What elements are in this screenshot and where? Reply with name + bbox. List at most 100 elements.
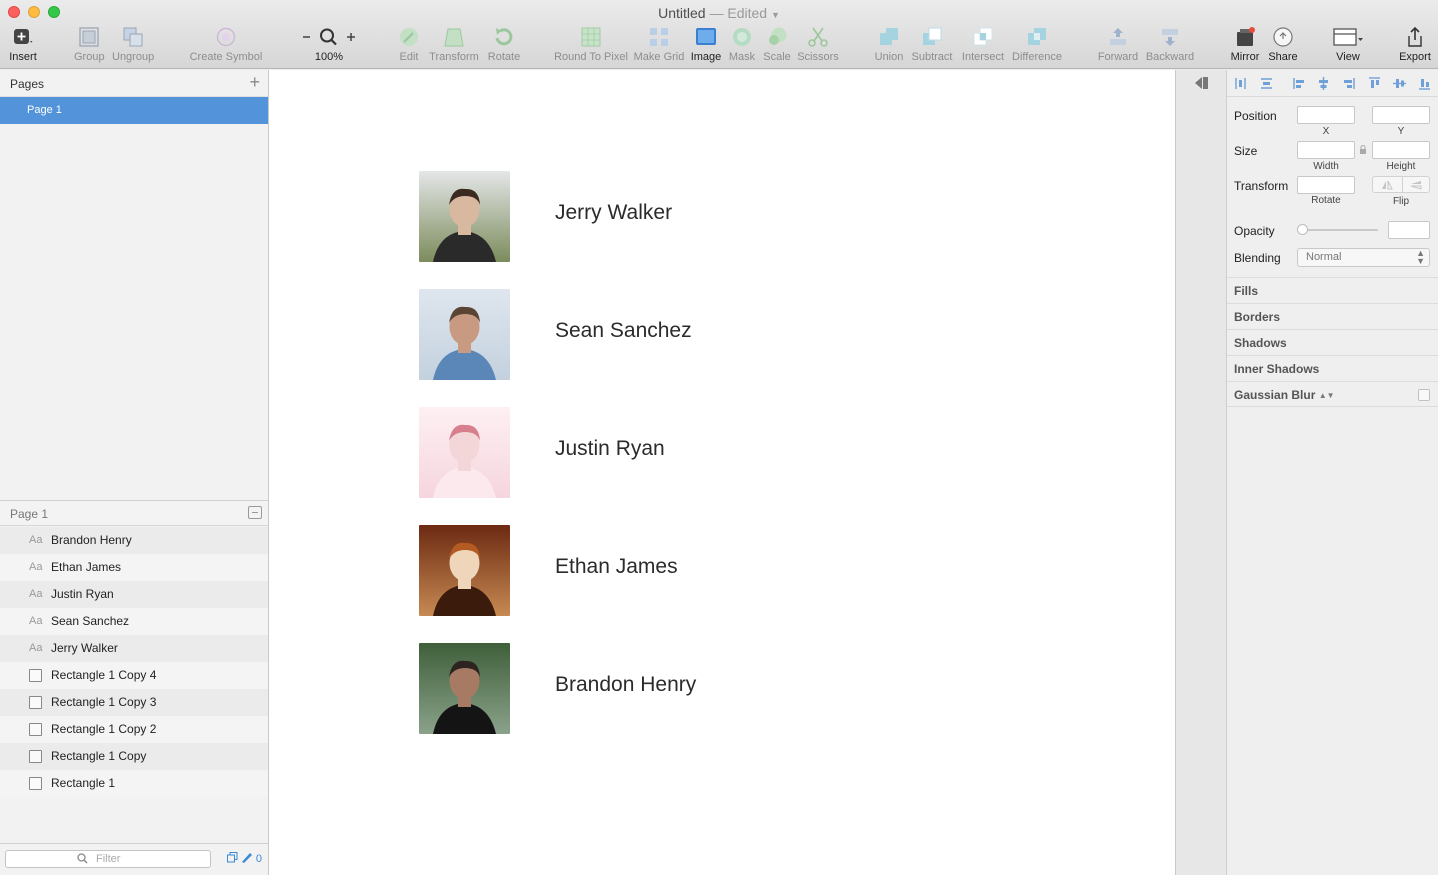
create-symbol-button[interactable]: Create Symbol	[188, 26, 264, 63]
text-layer-item[interactable]: Aa Ethan James	[0, 554, 268, 581]
filter-options[interactable]: 0	[226, 852, 262, 865]
profile-photo[interactable]	[419, 643, 510, 734]
align-left-icon[interactable]	[1293, 77, 1306, 90]
profile-photo[interactable]	[419, 525, 510, 616]
view-button[interactable]: View	[1330, 26, 1366, 63]
flip-control[interactable]	[1372, 176, 1430, 193]
gaussian-blur-title[interactable]: Gaussian Blur ▲▼	[1234, 388, 1335, 402]
window-title[interactable]: Untitled — Edited ▼	[0, 5, 1438, 21]
profile-photo[interactable]	[419, 407, 510, 498]
backward-button[interactable]: Backward	[1144, 26, 1196, 63]
subtract-icon	[923, 27, 942, 45]
opacity-slider-track[interactable]	[1298, 229, 1378, 231]
filter-input[interactable]: Filter	[5, 850, 211, 868]
align-bottom-icon[interactable]	[1418, 77, 1431, 90]
intersect-button[interactable]: Intersect	[960, 26, 1006, 63]
height-field[interactable]	[1372, 141, 1430, 159]
gaussian-blur-checkbox[interactable]	[1418, 389, 1430, 401]
position-y-field[interactable]	[1372, 106, 1430, 124]
person-name[interactable]: Justin Ryan	[555, 437, 665, 461]
opacity-slider-handle[interactable]	[1297, 224, 1308, 235]
shadows-section[interactable]: Shadows	[1227, 329, 1438, 355]
rotate-field[interactable]	[1297, 176, 1355, 194]
difference-button[interactable]: Difference	[1010, 26, 1064, 63]
edit-button[interactable]: Edit	[396, 26, 422, 63]
rectangle-layer-item[interactable]: Rectangle 1 Copy 2	[0, 716, 268, 743]
person-name[interactable]: Sean Sanchez	[555, 319, 692, 343]
width-field[interactable]	[1297, 141, 1355, 159]
align-top-icon[interactable]	[1368, 77, 1381, 90]
person-card[interactable]: Jerry Walker	[419, 171, 1019, 262]
mask-button[interactable]: Mask	[726, 26, 758, 63]
person-name[interactable]: Jerry Walker	[555, 201, 672, 225]
difference-icon	[1028, 28, 1046, 45]
forward-button[interactable]: Forward	[1096, 26, 1140, 63]
distribute-vertical-icon[interactable]	[1260, 77, 1273, 90]
flip-vertical-icon[interactable]	[1410, 180, 1422, 190]
zoom-control[interactable]: 100%	[300, 26, 358, 63]
export-button[interactable]: Export	[1398, 26, 1432, 63]
make-grid-button[interactable]: Make Grid	[632, 26, 686, 63]
person-card[interactable]: Justin Ryan	[419, 407, 1019, 498]
image-button[interactable]: Image	[690, 26, 722, 63]
person-name[interactable]: Brandon Henry	[555, 673, 696, 697]
transform-button[interactable]: Transform	[428, 26, 480, 63]
blending-select[interactable]: Normal ▲ ▼	[1297, 248, 1430, 267]
position-x-field[interactable]	[1297, 106, 1355, 124]
layer-name: Justin Ryan	[51, 587, 114, 601]
person-name[interactable]: Ethan James	[555, 555, 678, 579]
text-layer-item[interactable]: Aa Sean Sanchez	[0, 608, 268, 635]
artboard-canvas[interactable]: Jerry Walker Sean Sanchez Justin Ryan Ethan…	[269, 70, 1175, 875]
rectangle-layer-item[interactable]: Rectangle 1 Copy 3	[0, 689, 268, 716]
insert-button[interactable]: Insert	[8, 26, 38, 63]
person-card[interactable]: Ethan James	[419, 525, 1019, 616]
lock-icon[interactable]	[1359, 145, 1367, 154]
ungroup-button[interactable]: Ungroup	[112, 26, 154, 63]
collapse-inspector-icon[interactable]	[1193, 76, 1209, 90]
mirror-button[interactable]: Mirror	[1228, 26, 1262, 63]
inner-shadows-section[interactable]: Inner Shadows	[1227, 355, 1438, 381]
rotate-button[interactable]: Rotate	[486, 26, 522, 63]
opacity-field[interactable]	[1388, 221, 1430, 239]
layer-name: Rectangle 1 Copy 3	[51, 695, 157, 709]
grid-icon	[650, 28, 668, 46]
union-button[interactable]: Union	[874, 26, 904, 63]
group-button[interactable]: Group	[74, 26, 105, 63]
share-button[interactable]: Share	[1266, 26, 1300, 63]
opacity-label: Opacity	[1234, 224, 1275, 238]
text-layer-item[interactable]: Aa Jerry Walker	[0, 635, 268, 662]
round-to-pixel-button[interactable]: Round To Pixel	[554, 26, 628, 63]
rectangle-layer-item[interactable]: Rectangle 1	[0, 770, 268, 797]
text-layer-item[interactable]: Aa Justin Ryan	[0, 581, 268, 608]
distribute-horizontal-icon[interactable]	[1234, 77, 1247, 90]
profile-photo[interactable]	[419, 171, 510, 262]
gaussian-blur-section[interactable]: Gaussian Blur ▲▼	[1227, 381, 1438, 407]
rectangle-layer-item[interactable]: Rectangle 1 Copy 4	[0, 662, 268, 689]
rectangle-layer-item[interactable]: Rectangle 1 Copy	[0, 743, 268, 770]
flip-horizontal-icon[interactable]	[1381, 180, 1393, 190]
symbol-icon	[216, 27, 236, 47]
pages-header: Pages +	[0, 70, 268, 97]
export-icon	[1408, 26, 1422, 47]
person-card[interactable]: Sean Sanchez	[419, 289, 1019, 380]
rotate-icon	[495, 28, 513, 46]
borders-section[interactable]: Borders	[1227, 303, 1438, 329]
profile-photo[interactable]	[419, 289, 510, 380]
text-layer-item[interactable]: Aa Brandon Henry	[0, 527, 268, 554]
fills-section[interactable]: Fills	[1227, 277, 1438, 303]
add-page-icon[interactable]: +	[249, 73, 260, 91]
align-right-icon[interactable]	[1342, 77, 1355, 90]
view-layout-icon	[1333, 28, 1363, 46]
align-vertical-center-icon[interactable]	[1393, 77, 1406, 90]
scale-icon	[769, 27, 787, 45]
text-layer-icon: Aa	[29, 561, 43, 573]
scale-button[interactable]: Scale	[762, 26, 792, 63]
align-horizontal-center-icon[interactable]	[1317, 77, 1330, 90]
scissors-button[interactable]: Scissors	[796, 26, 840, 63]
layer-list: Aa Brandon Henry Aa Ethan James Aa Justin Rya…	[0, 527, 268, 797]
subtract-button[interactable]: Subtract	[910, 26, 954, 63]
shadows-title: Shadows	[1234, 336, 1287, 350]
page-item-page-1[interactable]: Page 1	[0, 97, 268, 124]
person-card[interactable]: Brandon Henry	[419, 643, 1019, 734]
collapse-layers-icon[interactable]	[248, 506, 262, 519]
